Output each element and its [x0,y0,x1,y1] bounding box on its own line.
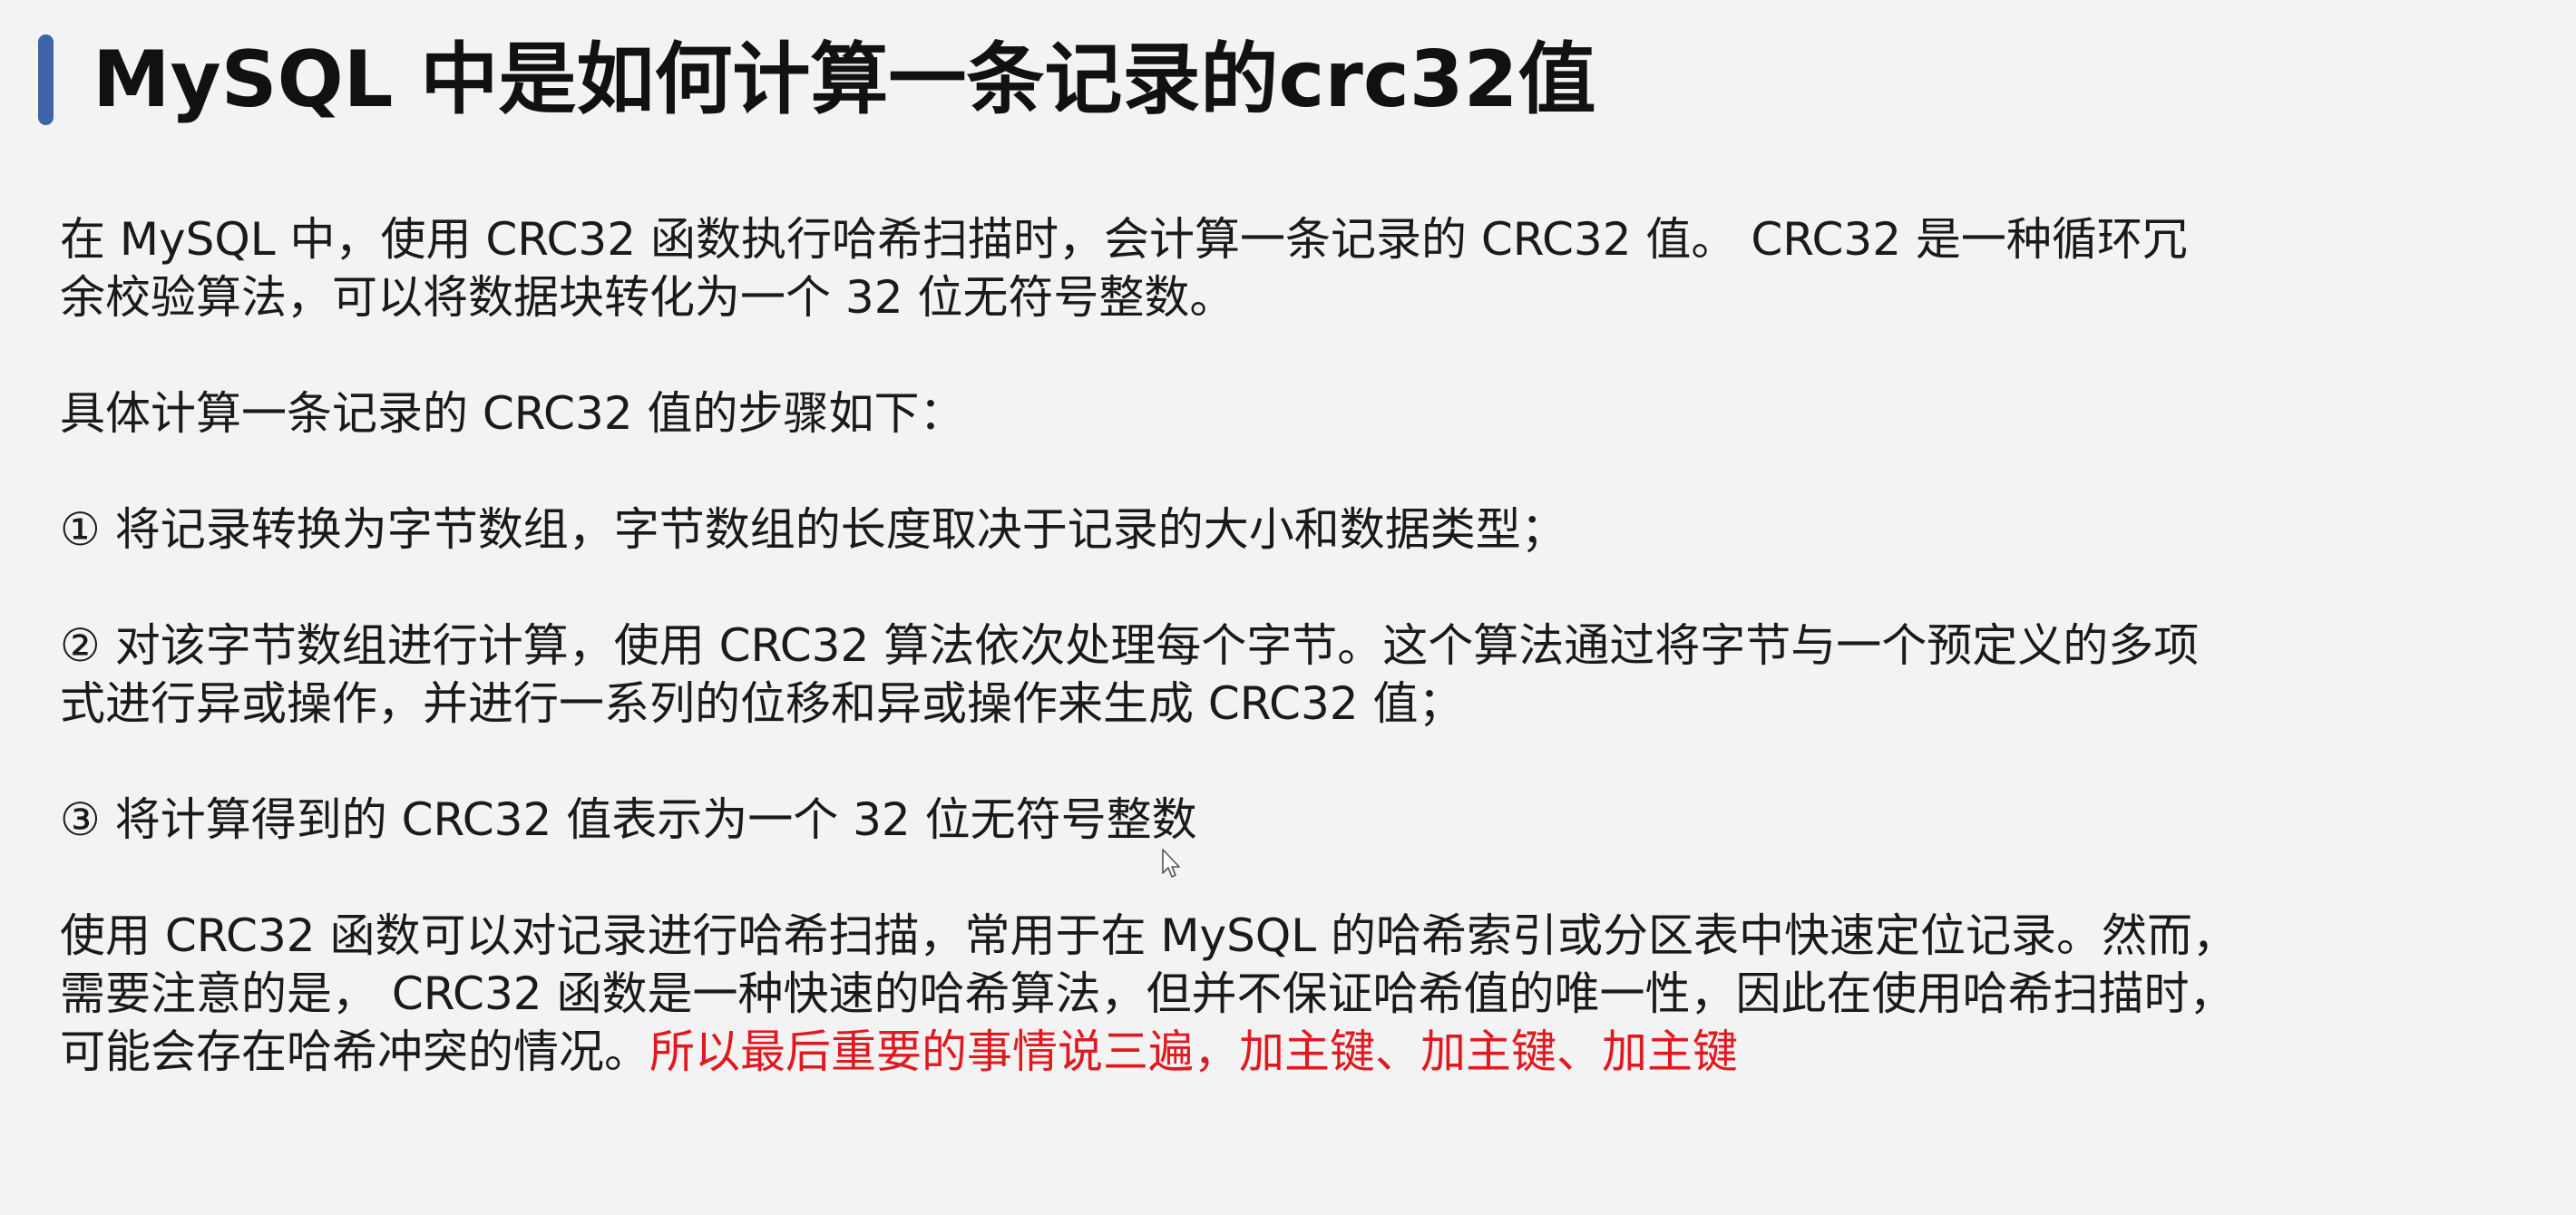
step-1-text: ① 将记录转换为字节数组，字节数组的长度取决于记录的大小和数据类型； [60,503,1566,556]
conclusion-paragraph: 使用 CRC32 函数可以对记录进行哈希扫描，常用于在 MySQL 的哈希索引或… [60,907,2554,1081]
title-accent-bar [38,34,54,125]
steps-heading-text: 具体计算一条记录的 CRC32 值的步骤如下： [60,387,965,440]
step-2-line-1: ② 对该字节数组进行计算，使用 CRC32 算法依次处理每个字节。这个算法通过将… [60,619,2200,672]
step-3-text: ③ 将计算得到的 CRC32 值表示为一个 32 位无符号整数 [60,793,1197,846]
steps-heading: 具体计算一条记录的 CRC32 值的步骤如下： [60,384,2554,442]
conclusion-line-2: 需要注意的是， CRC32 函数是一种快速的哈希算法，但并不保证哈希值的唯一性，… [60,967,2235,1020]
step-3: ③ 将计算得到的 CRC32 值表示为一个 32 位无符号整数 [60,791,2554,849]
intro-paragraph: 在 MySQL 中，使用 CRC32 函数执行哈希扫描时，会计算一条记录的 CR… [60,210,2554,326]
step-1: ① 将记录转换为字节数组，字节数组的长度取决于记录的大小和数据类型； [60,501,2554,559]
mouse-pointer-icon [1162,849,1180,878]
conclusion-line-1: 使用 CRC32 函数可以对记录进行哈希扫描，常用于在 MySQL 的哈希索引或… [60,909,2238,962]
page-title: MySQL 中是如何计算一条记录的crc32值 [93,34,1596,125]
emphasis-text: 所以最后重要的事情说三遍，加主键、加主键、加主键 [649,1025,1738,1078]
slide-body: 在 MySQL 中，使用 CRC32 函数执行哈希扫描时，会计算一条记录的 CR… [60,210,2554,1081]
intro-line-1: 在 MySQL 中，使用 CRC32 函数执行哈希扫描时，会计算一条记录的 CR… [60,213,2188,266]
step-2-line-2: 式进行异或操作，并进行一系列的位移和异或操作来生成 CRC32 值； [60,677,1464,730]
intro-line-2: 余校验算法，可以将数据块转化为一个 32 位无符号整数。 [60,271,1235,324]
slide: MySQL 中是如何计算一条记录的crc32值 在 MySQL 中，使用 CRC… [0,0,2576,1215]
step-2: ② 对该字节数组进行计算，使用 CRC32 算法依次处理每个字节。这个算法通过将… [60,617,2554,733]
conclusion-line-3: 可能会存在哈希冲突的情况。 [60,1025,649,1078]
